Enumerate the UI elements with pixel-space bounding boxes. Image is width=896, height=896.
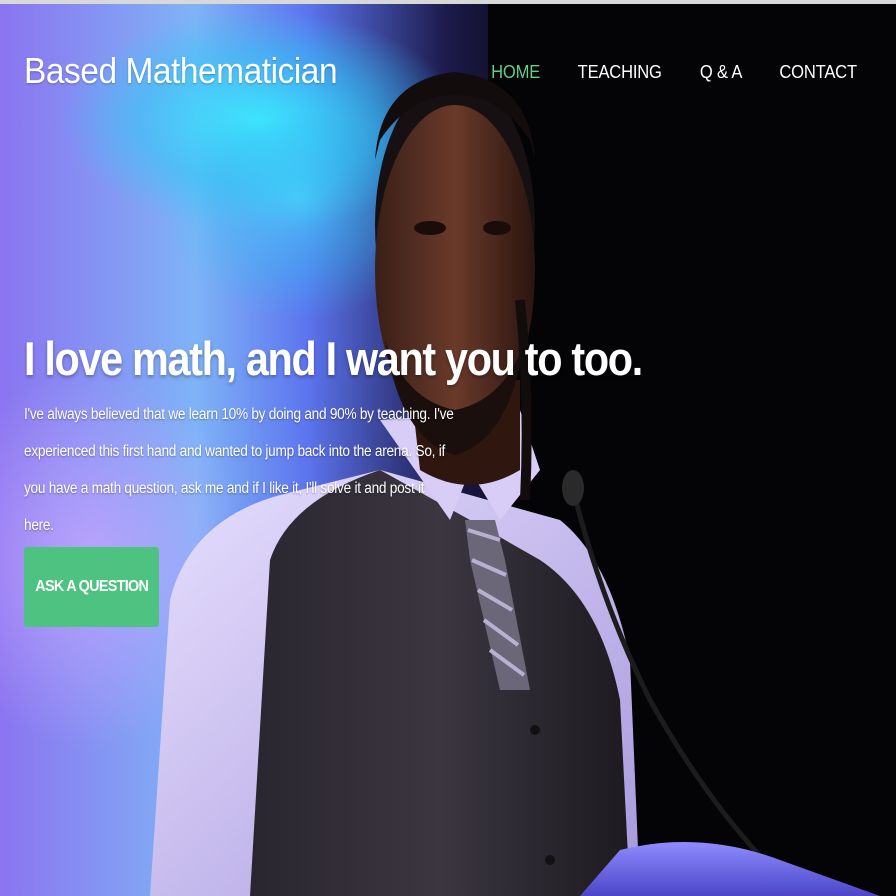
hero-section: Based Mathematician HOME TEACHING Q & A … — [0, 0, 896, 896]
ask-question-label: ASK A QUESTION — [35, 578, 149, 595]
nav-qa-link[interactable]: Q & A — [700, 62, 743, 83]
main-nav: HOME TEACHING Q & A CONTACT — [489, 62, 860, 83]
nav-teaching-link[interactable]: TEACHING — [578, 62, 662, 83]
ask-question-button[interactable]: ASK A QUESTION — [24, 547, 159, 627]
nav-contact-link[interactable]: CONTACT — [779, 62, 857, 83]
hero-headline: I love math, and I want you to too. — [24, 332, 643, 386]
hero-intro-text: I've always believed that we learn 10% b… — [24, 406, 454, 534]
nav-home-link[interactable]: HOME — [491, 62, 540, 83]
top-border — [0, 0, 896, 4]
site-brand[interactable]: Based Mathematician — [24, 50, 338, 92]
